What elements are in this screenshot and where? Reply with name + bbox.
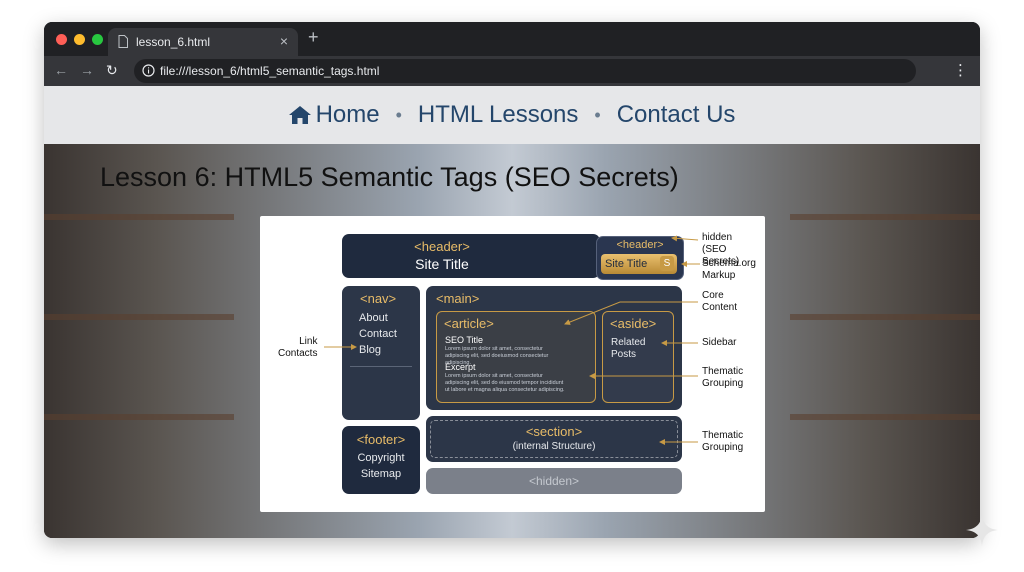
nav-separator: • bbox=[395, 104, 402, 125]
annotation-thematic-grouping-1: Thematic Grouping bbox=[702, 366, 744, 389]
bookshelf-decoration bbox=[44, 214, 234, 220]
site-nav: Home • HTML Lessons • Contact Us bbox=[44, 86, 980, 144]
sparkle-icon bbox=[966, 514, 998, 546]
nav-separator: • bbox=[594, 104, 601, 125]
bookshelf-decoration bbox=[790, 414, 980, 420]
nav-contact-us-link[interactable]: Contact Us bbox=[617, 101, 736, 129]
bookshelf-decoration bbox=[790, 314, 980, 320]
nav-html-lessons-link[interactable]: HTML Lessons bbox=[418, 101, 579, 129]
home-icon bbox=[288, 106, 311, 124]
menu-dots-icon[interactable]: ⋮ bbox=[953, 61, 968, 79]
close-window-button[interactable] bbox=[56, 34, 67, 45]
new-tab-button[interactable]: + bbox=[308, 27, 319, 48]
browser-window: lesson_6.html × + ← → ↻ file:///lesson_6… bbox=[44, 22, 980, 538]
annotation-core-content: Core Content bbox=[702, 290, 738, 313]
maximize-window-button[interactable] bbox=[92, 34, 103, 45]
annotation-schema: Schema.org Markup bbox=[702, 258, 756, 281]
back-arrow-icon[interactable]: ← bbox=[54, 62, 68, 78]
toolbar: ← → ↻ file:///lesson_6/html5_semantic_ta… bbox=[44, 56, 980, 86]
address-bar[interactable]: file:///lesson_6/html5_semantic_tags.htm… bbox=[134, 59, 916, 83]
info-icon bbox=[142, 64, 155, 77]
document-icon bbox=[118, 35, 128, 48]
bookshelf-decoration bbox=[44, 414, 234, 420]
page-viewport: Home • HTML Lessons • Contact Us Lesson … bbox=[44, 86, 980, 538]
bookshelf-decoration bbox=[790, 214, 980, 220]
url-text: file:///lesson_6/html5_semantic_tags.htm… bbox=[160, 64, 380, 78]
annotation-link-contacts: Link Contacts bbox=[278, 336, 318, 359]
lesson-title: Lesson 6: HTML5 Semantic Tags (SEO Secre… bbox=[100, 162, 679, 192]
forward-arrow-icon[interactable]: → bbox=[80, 62, 94, 78]
tab-lesson[interactable]: lesson_6.html × bbox=[108, 28, 298, 56]
minimize-window-button[interactable] bbox=[74, 34, 85, 45]
tab-title: lesson_6.html bbox=[136, 35, 211, 49]
tab-close-button[interactable]: × bbox=[280, 33, 288, 49]
semantic-diagram: <header> Site Title <header> Site Title … bbox=[260, 216, 765, 512]
tab-bar: lesson_6.html × + bbox=[44, 22, 980, 56]
nav-home-label: Home bbox=[315, 101, 380, 128]
hero-section: Lesson 6: HTML5 Semantic Tags (SEO Secre… bbox=[44, 144, 980, 538]
bookshelf-decoration bbox=[44, 314, 234, 320]
reload-icon[interactable]: ↻ bbox=[106, 62, 118, 79]
annotation-thematic-grouping-2: Thematic Grouping bbox=[702, 430, 744, 453]
nav-home-link[interactable]: Home bbox=[288, 101, 380, 129]
annotation-sidebar: Sidebar bbox=[702, 337, 737, 348]
annotation-arrows bbox=[324, 235, 700, 445]
